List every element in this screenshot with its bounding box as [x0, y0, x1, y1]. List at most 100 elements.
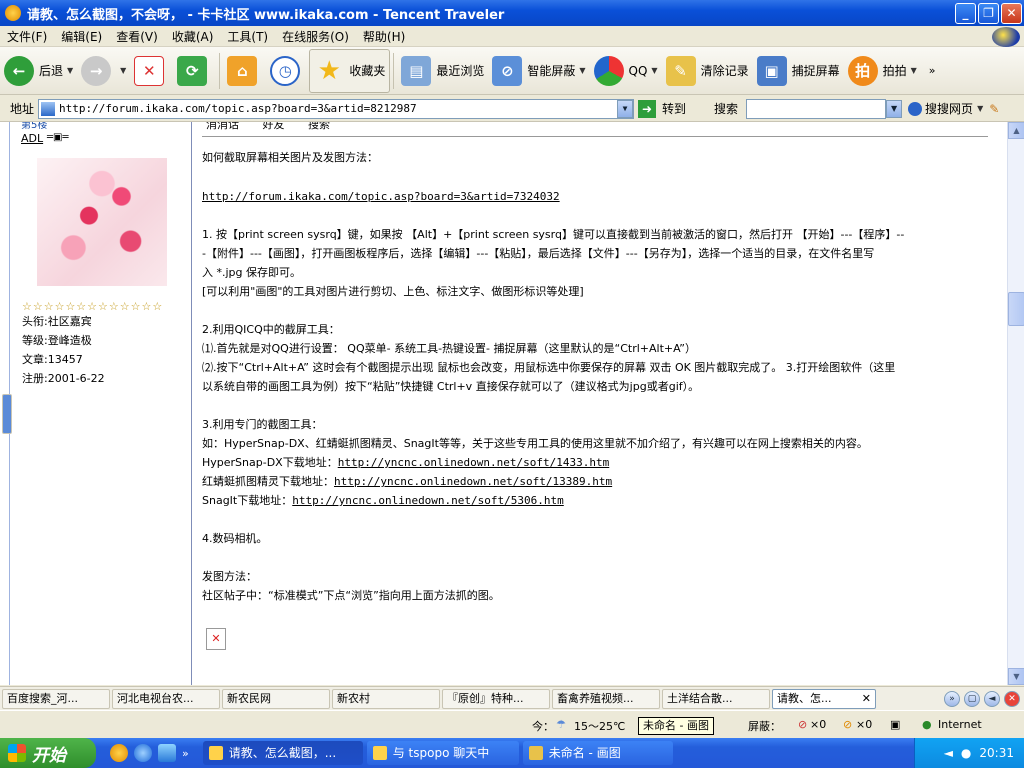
- task-paint[interactable]: 未命名 - 画图: [522, 741, 673, 765]
- quicklaunch-ie-icon[interactable]: [134, 744, 152, 762]
- tab-new-village[interactable]: 新农村: [332, 688, 440, 709]
- tray-arrow-icon[interactable]: ◄: [944, 746, 953, 760]
- scroll-down-button[interactable]: ▼: [1008, 668, 1024, 685]
- snagit-link[interactable]: http://yncnc.onlinedown.net/soft/5306.ht…: [292, 494, 564, 507]
- close-all-tabs-icon[interactable]: ✕: [1004, 690, 1020, 707]
- paipai-button[interactable]: 拍 拍拍 ▼: [844, 49, 921, 93]
- toolbar-separator: [219, 52, 221, 89]
- zone-label: Internet: [938, 718, 982, 731]
- system-tray: ◄ ● 20:31: [914, 738, 1024, 768]
- tab-new-farmers[interactable]: 新农民网: [222, 688, 330, 709]
- url-dropdown-icon[interactable]: ▼: [617, 99, 634, 118]
- menu-favorites[interactable]: 收藏(A): [165, 28, 221, 45]
- chevron-down-icon[interactable]: ▼: [651, 66, 657, 75]
- forward-button[interactable]: → ▼: [77, 49, 130, 93]
- popup-block-icon[interactable]: ⊘: [798, 718, 807, 731]
- menu-view[interactable]: 查看(V): [109, 28, 165, 45]
- broken-image-icon: ✕: [206, 628, 226, 650]
- start-button[interactable]: 开始: [0, 738, 96, 768]
- tab-mixed[interactable]: 土洋结合散...: [662, 688, 770, 709]
- forward-arrow-icon: →: [81, 55, 112, 86]
- search-dropdown-icon[interactable]: ▼: [886, 99, 903, 118]
- tab-livestock-video[interactable]: 畜禽养殖视频...: [552, 688, 660, 709]
- restore-button[interactable]: ❐: [978, 3, 999, 24]
- post-line: 红蜻蜓抓图精灵下载地址：http://yncnc.onlinedown.net/…: [202, 475, 613, 488]
- tab-scroll-icon[interactable]: »: [944, 690, 960, 707]
- windows-logo-icon: [8, 744, 26, 762]
- home-button[interactable]: ⌂: [223, 49, 266, 93]
- scroll-up-button[interactable]: ▲: [1008, 122, 1024, 139]
- capture-screen-button[interactable]: ▣ 捕捉屏幕: [753, 49, 844, 93]
- go-arrow-icon[interactable]: ➜: [638, 99, 657, 118]
- toolbar-overflow-icon[interactable]: »: [929, 64, 936, 77]
- security-icon[interactable]: ▣: [890, 718, 900, 731]
- menu-tools[interactable]: 工具(T): [220, 28, 275, 45]
- username[interactable]: ADL: [21, 132, 43, 145]
- favorites-button[interactable]: ★ 收藏夹: [309, 48, 391, 93]
- toolbar-separator: [393, 52, 395, 89]
- red-dragonfly-link[interactable]: http://yncnc.onlinedown.net/soft/13389.h…: [334, 475, 612, 488]
- smart-block-button[interactable]: ⊘ 智能屏蔽 ▼: [488, 49, 589, 93]
- tray-qq-icon[interactable]: ●: [961, 746, 971, 760]
- user-level: 等级:登峰造极: [22, 334, 92, 347]
- address-label: 地址: [10, 102, 35, 116]
- recent-label: 最近浏览: [436, 64, 485, 78]
- search-web-button[interactable]: 搜搜网页: [925, 100, 973, 117]
- reference-link[interactable]: http://forum.ikaka.com/topic.asp?board=3…: [202, 190, 560, 203]
- status-bar: 今： ☂ 15～25℃ 屏蔽： ⊘ ×0 ⊘ ×0 ▣ ● Internet: [0, 710, 1024, 738]
- url-input[interactable]: http://forum.ikaka.com/topic.asp?board=3…: [38, 98, 635, 119]
- toolbar: ← 后退 ▼ → ▼ ✕ ⟳ ⌂ ◷ ★ 收藏夹 ▤ 最近浏览 ⊘ 智能屏蔽 ▼…: [0, 47, 1024, 95]
- pencil-icon[interactable]: ✎: [989, 102, 999, 116]
- task-chat[interactable]: 与 tspopo 聊天中: [366, 741, 519, 765]
- rank-stars: ☆☆☆☆☆☆☆☆☆☆☆☆☆: [22, 300, 164, 313]
- quicklaunch-overflow-icon[interactable]: »: [182, 747, 189, 760]
- ad-block-icon[interactable]: ⊘: [843, 718, 852, 731]
- scroll-thumb[interactable]: [1008, 292, 1024, 326]
- tab-close-icon[interactable]: ✕: [862, 690, 871, 708]
- qq-button[interactable]: QQ ▼: [590, 49, 662, 93]
- chevron-down-icon[interactable]: ▼: [977, 104, 983, 113]
- chevron-down-icon[interactable]: ▼: [911, 66, 917, 75]
- go-button[interactable]: 转到: [662, 100, 686, 117]
- vertical-scrollbar[interactable]: ▲ ▼: [1007, 122, 1024, 685]
- back-button[interactable]: ← 后退 ▼: [0, 49, 77, 93]
- clear-records-button[interactable]: ✎ 清除记录: [662, 49, 753, 93]
- weather-prefix: 今：: [532, 720, 554, 733]
- tab-arrow-icon[interactable]: ◄: [984, 690, 1000, 707]
- menu-edit[interactable]: 编辑(E): [54, 28, 109, 45]
- tab-original[interactable]: 『原创』特种...: [442, 688, 550, 709]
- chevron-down-icon[interactable]: ▼: [120, 66, 126, 75]
- refresh-button[interactable]: ⟳: [173, 49, 216, 93]
- back-arrow-icon: ←: [4, 55, 34, 86]
- menu-file[interactable]: 文件(F): [0, 28, 54, 45]
- stop-button[interactable]: ✕: [130, 49, 173, 93]
- task-browser[interactable]: 请教、怎么截图，...: [202, 741, 363, 765]
- minimize-button[interactable]: _: [955, 3, 976, 24]
- stop-icon: ✕: [134, 55, 165, 86]
- recent-pages-icon: ▤: [401, 55, 432, 86]
- block-count-1: ×0: [810, 718, 827, 731]
- tab-baidu[interactable]: 百度搜索_河...: [2, 688, 110, 709]
- history-button[interactable]: ◷: [266, 49, 309, 93]
- quicklaunch-desktop-icon[interactable]: [158, 744, 176, 762]
- paint-task-icon: [528, 746, 543, 760]
- chevron-down-icon[interactable]: ▼: [67, 66, 73, 75]
- clear-label: 清除记录: [700, 64, 749, 78]
- capture-label: 捕捉屏幕: [791, 64, 840, 78]
- block-label: 智能屏蔽: [527, 64, 576, 78]
- tab-hebei-tv[interactable]: 河北电视台农...: [112, 688, 220, 709]
- menu-help[interactable]: 帮助(H): [356, 28, 412, 45]
- side-panel-edge[interactable]: [0, 122, 12, 685]
- close-button[interactable]: ✕: [1001, 3, 1022, 24]
- tab-list-icon[interactable]: ▢: [964, 690, 980, 707]
- hypersnap-link[interactable]: http://yncnc.onlinedown.net/soft/1433.ht…: [338, 456, 610, 469]
- quicklaunch-browser-icon[interactable]: [110, 744, 128, 762]
- post-line: 3.利用专门的截图工具：: [202, 418, 323, 431]
- search-input[interactable]: [746, 98, 887, 119]
- chevron-down-icon[interactable]: ▼: [579, 66, 585, 75]
- recent-browse-button[interactable]: ▤ 最近浏览: [397, 49, 488, 93]
- refresh-icon: ⟳: [177, 55, 208, 86]
- menu-online-services[interactable]: 在线服务(O): [275, 28, 356, 45]
- tab-current-label: 请教、怎...: [777, 691, 832, 705]
- tab-current[interactable]: 请教、怎... ✕: [772, 688, 876, 709]
